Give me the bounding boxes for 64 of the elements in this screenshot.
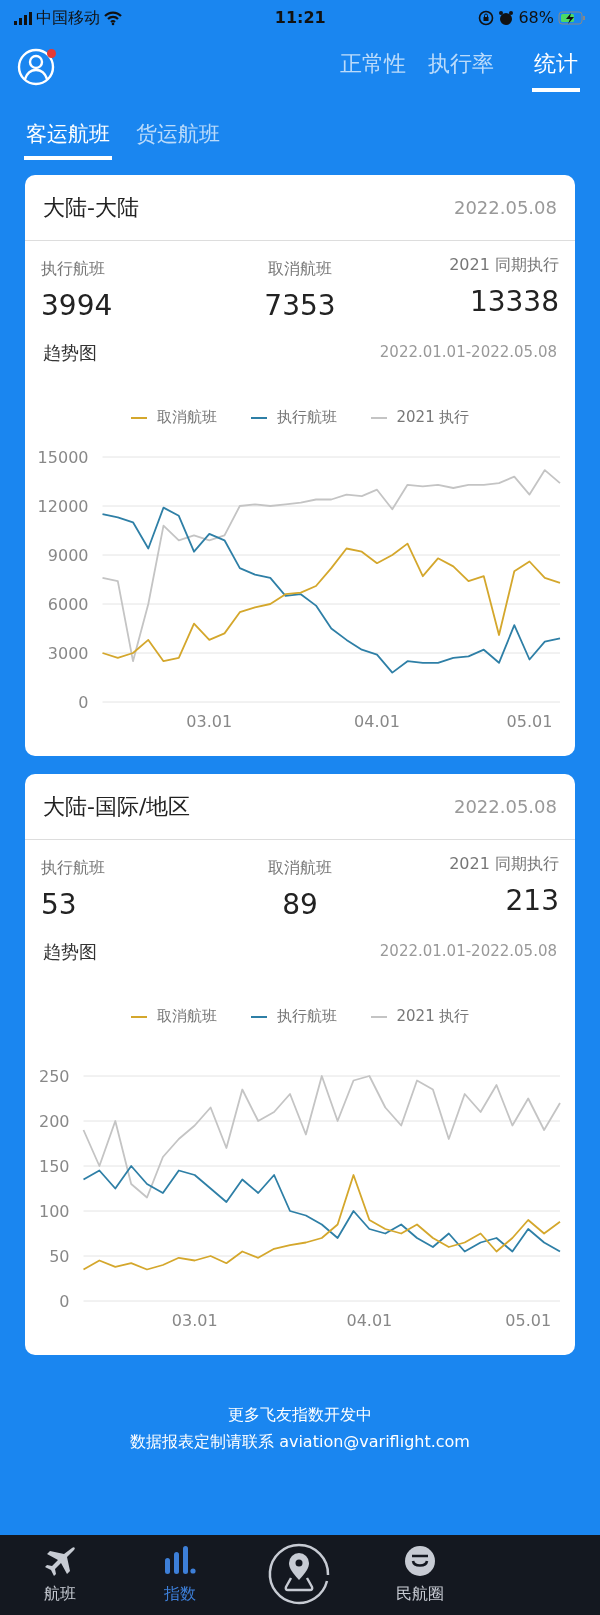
axis-label: 03.01 <box>186 711 233 729</box>
legend-item: 取消航班 <box>130 1005 217 1028</box>
stat-value: 53 <box>41 887 77 923</box>
axis-label: 03.01 <box>171 1310 218 1328</box>
card-title: 大陆-大陆 <box>43 194 139 222</box>
clock-time: 11:21 <box>274 7 326 29</box>
legend-item: 2021 执行 <box>370 1005 470 1028</box>
stat-label: 取消航班 <box>268 857 332 879</box>
alarm-icon <box>498 10 515 26</box>
card-date: 2022.05.08 <box>453 795 557 819</box>
axis-label: 0 <box>78 692 89 712</box>
top-tab[interactable]: 正常性 <box>338 42 408 92</box>
top-tab[interactable]: 执行率 <box>426 42 496 92</box>
nav-tab[interactable]: 指数 <box>120 1544 240 1606</box>
card-title: 大陆-国际/地区 <box>43 793 191 821</box>
stat-value: 7353 <box>264 288 336 324</box>
axis-label: 04.01 <box>346 1310 393 1328</box>
stat-value: 89 <box>282 887 318 923</box>
stat-label: 执行航班 <box>41 258 105 280</box>
axis-label: 05.01 <box>506 711 553 729</box>
axis-label: 6000 <box>47 594 89 614</box>
axis-label: 100 <box>38 1201 70 1221</box>
axis-label: 250 <box>38 1066 70 1086</box>
axis-label: 3000 <box>47 643 89 663</box>
smiley-icon <box>403 1544 437 1578</box>
top-tab[interactable]: 统计 <box>532 42 580 92</box>
axis-label: 15000 <box>37 447 89 467</box>
footer-text: 更多飞友指数开发中 <box>227 1404 373 1426</box>
stat-label: 2021 同期执行 <box>449 853 559 875</box>
date-range: 2022.01.01-2022.05.08 <box>379 342 557 364</box>
nav-tab[interactable]: 民航圈 <box>360 1544 480 1606</box>
category-tab[interactable]: 货运航班 <box>134 114 222 160</box>
axis-label: 9000 <box>47 545 89 565</box>
section-title: 趋势图 <box>43 940 97 964</box>
axis-label: 200 <box>38 1111 70 1131</box>
axis-label: 50 <box>49 1246 70 1266</box>
carrier-name: 中国移动 <box>36 7 100 29</box>
rotation-lock-icon <box>478 10 495 26</box>
stat-label: 执行航班 <box>41 857 105 879</box>
stat-value: 13338 <box>469 284 559 320</box>
legend-item: 执行航班 <box>250 1005 337 1028</box>
axis-label: 0 <box>59 1291 70 1311</box>
category-tab[interactable]: 客运航班 <box>24 114 112 160</box>
axis-label: 12000 <box>37 496 89 516</box>
stat-label: 取消航班 <box>268 258 332 280</box>
stat-value: 213 <box>505 883 559 919</box>
legend-item: 执行航班 <box>250 406 337 429</box>
legend-item: 取消航班 <box>130 406 217 429</box>
axis-label: 04.01 <box>354 711 400 729</box>
nav-tab[interactable]: 航班 <box>0 1544 120 1606</box>
axis-label: 150 <box>38 1156 70 1176</box>
date-range: 2022.01.01-2022.05.08 <box>379 941 557 963</box>
profile-icon[interactable] <box>16 47 56 87</box>
section-title: 趋势图 <box>43 341 97 365</box>
card-date: 2022.05.08 <box>453 196 557 220</box>
stat-value: 3994 <box>41 288 113 324</box>
footer-text: 数据报表定制请联系 aviation@variflight.com <box>129 1431 471 1453</box>
wifi-icon <box>104 10 122 26</box>
battery-percent: 68% <box>518 7 554 29</box>
stat-label: 2021 同期执行 <box>449 254 559 276</box>
legend-item: 2021 执行 <box>370 406 470 429</box>
signal-icon <box>14 11 32 25</box>
axis-label: 05.01 <box>505 1310 552 1328</box>
battery-charging-icon <box>558 11 586 25</box>
